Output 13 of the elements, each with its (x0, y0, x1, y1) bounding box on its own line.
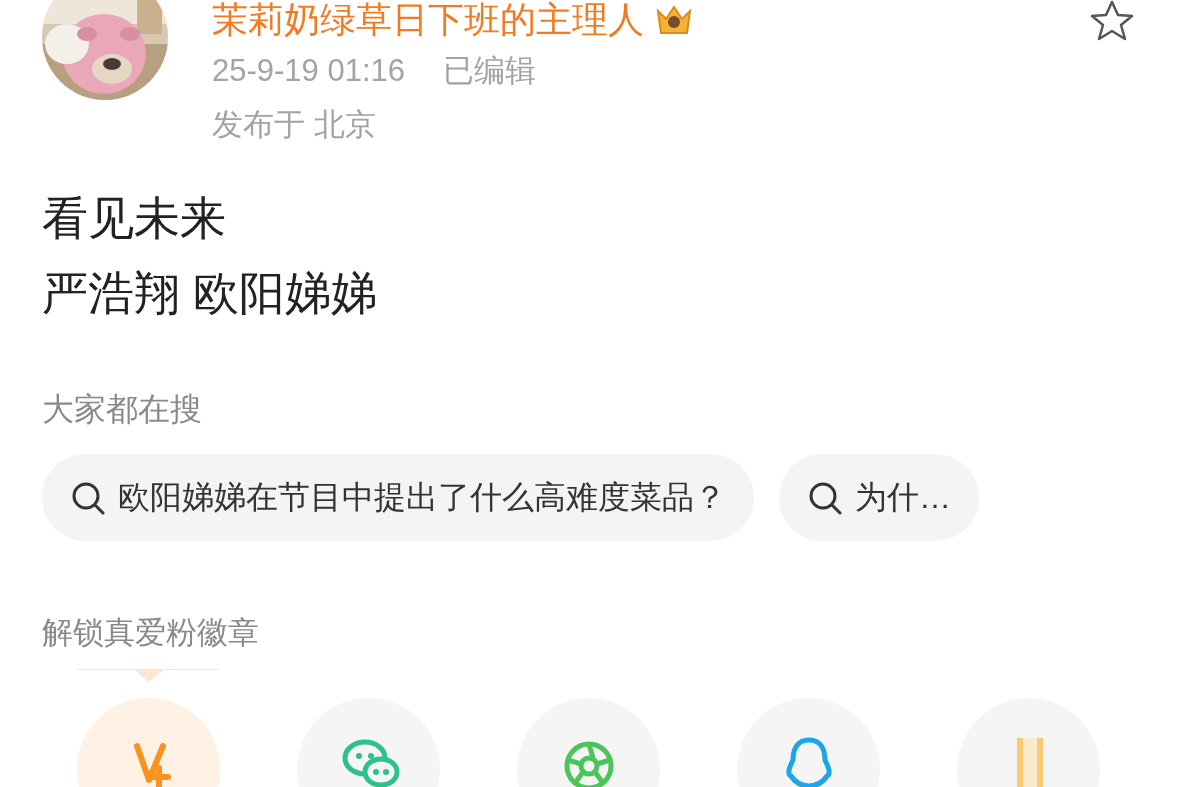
post-text: 看见未来 (42, 191, 227, 246)
section-title: 解锁真爱粉徽章 (41, 614, 260, 652)
star-icon[interactable] (1089, 0, 1135, 42)
post-text: 严浩翔 欧阳娣娣 (42, 266, 378, 321)
edited-label: 已编辑 (443, 52, 537, 90)
search-suggestion[interactable]: 欧阳娣娣在节目中提出了什么高难度菜品？ (42, 454, 754, 541)
section-title: 大家都在搜 (42, 390, 203, 429)
pointer-icon (77, 669, 220, 683)
author-name: 茉莉奶绿草日下班的主理人 (212, 0, 644, 40)
search-suggestion[interactable]: 为什… (779, 454, 979, 541)
post-time: 25-9-19 01:16 (212, 52, 406, 90)
post-location: 发布于 北京 (212, 106, 377, 144)
crown-badge-icon (654, 3, 694, 37)
